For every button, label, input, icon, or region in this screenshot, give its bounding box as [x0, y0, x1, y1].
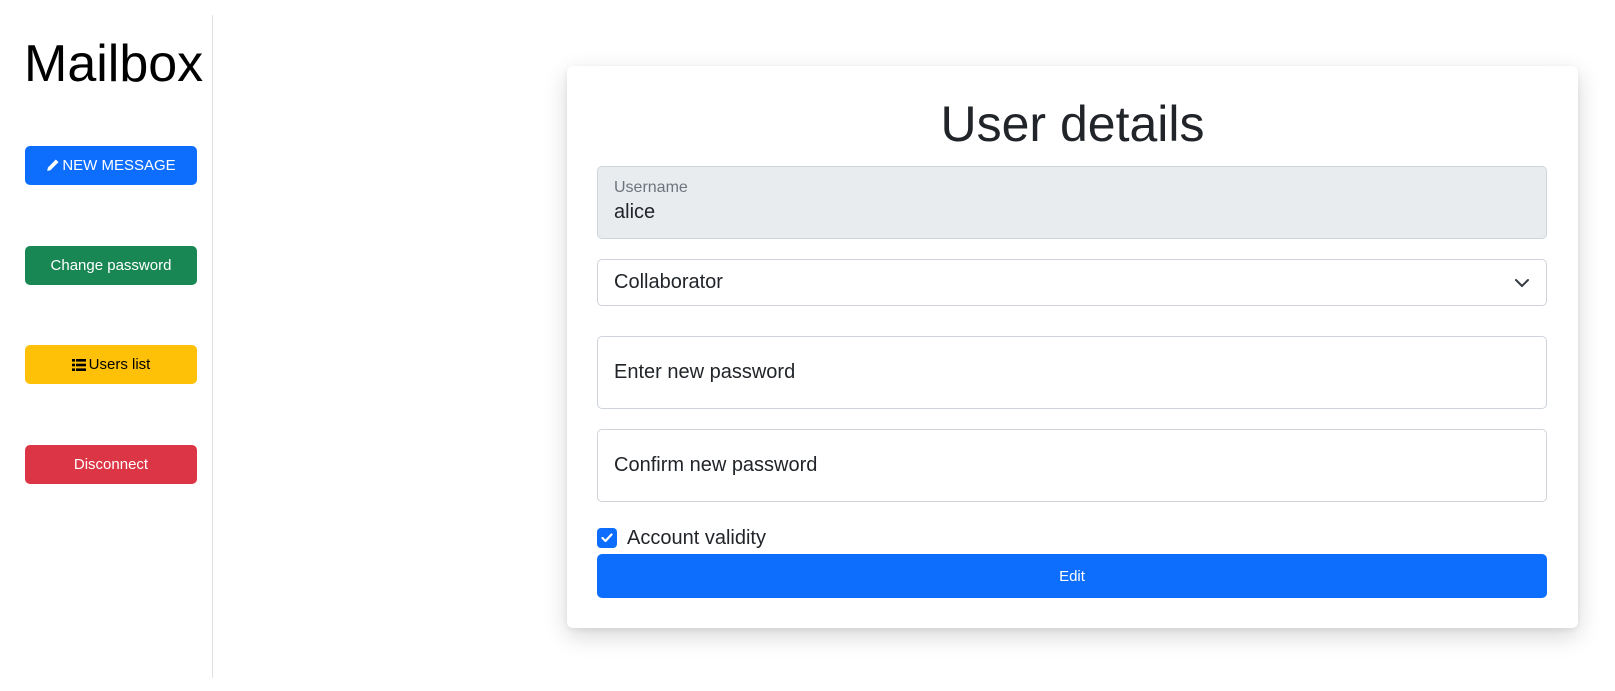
sidebar: Mailbox NEW MESSAGE Change password User… — [0, 15, 213, 678]
list-icon — [71, 358, 86, 371]
new-message-button[interactable]: NEW MESSAGE — [25, 146, 197, 185]
user-details-card: User details Username alice Collaborator… — [567, 66, 1578, 628]
checkmark-icon — [601, 533, 613, 543]
page-title: User details — [940, 96, 1205, 152]
account-validity-label: Account validity — [627, 526, 766, 549]
role-selected-value: Collaborator — [614, 271, 723, 293]
disconnect-button[interactable]: Disconnect — [25, 445, 197, 484]
app-brand: Mailbox — [24, 35, 204, 93]
confirm-password-placeholder: Confirm new password — [614, 454, 818, 476]
change-password-button[interactable]: Change password — [25, 246, 197, 285]
role-select[interactable]: Collaborator — [597, 259, 1547, 306]
account-validity-checkbox[interactable] — [597, 528, 617, 548]
new-password-placeholder: Enter new password — [614, 361, 796, 383]
edit-button[interactable]: Edit — [597, 554, 1547, 598]
pencil-icon — [46, 159, 59, 172]
users-list-button[interactable]: Users list — [25, 345, 197, 384]
username-field: Username alice — [597, 166, 1547, 239]
change-password-label: Change password — [50, 257, 172, 274]
disconnect-label: Disconnect — [73, 456, 149, 473]
username-value: alice — [614, 201, 656, 223]
new-message-label: NEW MESSAGE — [62, 157, 176, 174]
username-label: Username — [614, 179, 688, 196]
chevron-down-icon — [1514, 274, 1530, 297]
users-list-label: Users list — [88, 356, 151, 373]
new-password-input[interactable]: Enter new password — [597, 336, 1547, 409]
account-validity-row: Account validity — [597, 526, 766, 550]
confirm-password-input[interactable]: Confirm new password — [597, 429, 1547, 502]
